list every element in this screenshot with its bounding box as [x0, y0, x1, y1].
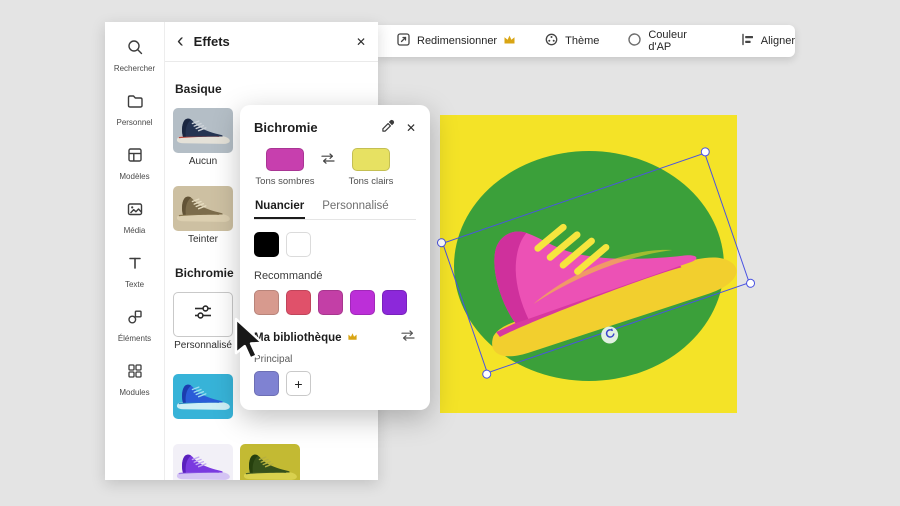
text-icon: [126, 254, 144, 277]
sidebar-item-label: Texte: [124, 279, 145, 289]
effect-preview-art: [176, 195, 231, 223]
sidebar-item-label: Rechercher: [113, 63, 156, 73]
highlights-swatch[interactable]: [352, 148, 390, 171]
search-icon: [126, 38, 144, 61]
align-icon: [740, 32, 755, 50]
templates-icon: [126, 146, 144, 169]
effect-option-teinter[interactable]: [173, 186, 233, 231]
chevron-left-icon: ‹: [177, 29, 184, 52]
section-title-bichromie: Bichromie: [175, 266, 234, 280]
effect-option-duotone-blue[interactable]: [173, 374, 233, 419]
sidebar-item-modeles[interactable]: Modèles: [105, 136, 164, 190]
effect-option-aucun[interactable]: [173, 108, 233, 153]
theme-icon: [544, 32, 559, 50]
bichromie-popup: Bichromie ✕ Tons sombres Tons clairs Nua…: [240, 105, 430, 410]
sidebar-item-label: Média: [123, 225, 146, 235]
principal-label: Principal: [254, 354, 293, 365]
effect-preview-art: [243, 453, 298, 480]
popup-tabs: Nuancier Personnalisé: [254, 195, 416, 220]
duotone-colors-row: Tons sombres Tons clairs: [254, 148, 416, 187]
rotate-icon: [604, 326, 616, 344]
effect-option-personnaliser[interactable]: [173, 292, 233, 337]
sidebar-item-media[interactable]: Média: [105, 190, 164, 244]
sidebar-item-texte[interactable]: Texte: [105, 244, 164, 298]
align-button[interactable]: Aligner: [740, 32, 795, 50]
principal-swatch[interactable]: [254, 371, 279, 396]
popup-title: Bichromie: [254, 119, 318, 135]
recommended-label: Recommandé: [254, 270, 323, 282]
sliders-icon: [192, 301, 214, 328]
sidebar-item-rechercher[interactable]: Rechercher: [105, 28, 164, 82]
sidebar-item-label: Modèles: [119, 171, 150, 181]
sidebar-item-modules[interactable]: Modules: [105, 352, 164, 406]
recommended-swatch-4[interactable]: [350, 290, 375, 315]
elements-icon: [126, 308, 144, 331]
swap-colors-button[interactable]: [320, 153, 336, 168]
shadows-label: Tons sombres: [255, 176, 315, 187]
recommended-swatch-3[interactable]: [318, 290, 343, 315]
sidebar-item-label: Éléments: [117, 333, 152, 343]
effect-label-teinter: Teinter: [187, 234, 218, 245]
section-title-basique: Basique: [175, 82, 222, 96]
library-swatches-row: +: [254, 371, 416, 396]
folder-icon: [126, 92, 144, 115]
effect-preview-art: [176, 383, 231, 411]
premium-crown-icon: [503, 34, 516, 48]
base-swatches-row: [254, 232, 416, 257]
modules-icon: [126, 362, 144, 385]
add-color-button[interactable]: +: [286, 371, 311, 396]
effect-label-aucun: Aucun: [188, 156, 218, 167]
effect-preview-art: [176, 117, 231, 145]
library-row: Ma bibliothèque: [254, 330, 416, 345]
shadows-swatch[interactable]: [266, 148, 304, 171]
sidebar-item-label: Personnel: [116, 117, 153, 127]
effect-option-duotone-olive[interactable]: [240, 444, 300, 480]
resize-button[interactable]: Redimensionner: [396, 32, 516, 50]
panel-title: Effets: [193, 34, 230, 49]
theme-label: Thème: [565, 35, 600, 47]
effect-option-duotone-purple[interactable]: [173, 444, 233, 480]
close-icon: ✕: [405, 120, 416, 135]
close-popup-button[interactable]: ✕: [406, 120, 416, 135]
background-color-button[interactable]: Couleur d'AP: [627, 29, 711, 53]
back-button[interactable]: ‹: [177, 31, 184, 51]
recommended-swatch-2[interactable]: [286, 290, 311, 315]
recommended-swatches-row: [254, 290, 416, 315]
tab-personnalise[interactable]: Personnalisé: [321, 195, 389, 219]
shadows-color-group: Tons sombres: [254, 148, 316, 187]
app-window: Rechercher Personnel Modèles Média Texte…: [0, 0, 900, 506]
align-label: Aligner: [760, 35, 795, 47]
effects-panel-header: ‹ Effets ✕: [165, 22, 378, 62]
plus-icon: +: [294, 375, 303, 392]
media-icon: [126, 200, 144, 223]
sidebar-rail: Rechercher Personnel Modèles Média Texte…: [105, 22, 165, 480]
effect-preview-art: [176, 453, 231, 480]
sidebar-item-elements[interactable]: Éléments: [105, 298, 164, 352]
library-label-group: Ma bibliothèque: [254, 332, 358, 344]
recommended-swatch-5[interactable]: [382, 290, 407, 315]
sidebar-item-personnel[interactable]: Personnel: [105, 82, 164, 136]
library-sync-button[interactable]: [400, 330, 416, 345]
resize-label: Redimensionner: [417, 35, 498, 47]
popup-header: Bichromie ✕: [254, 118, 416, 136]
swatch-white[interactable]: [286, 232, 311, 257]
highlights-label: Tons clairs: [348, 176, 394, 187]
recommended-swatch-1[interactable]: [254, 290, 279, 315]
effect-label-personnaliser: Personnalisé: [174, 340, 232, 351]
eyedropper-button[interactable]: [381, 118, 396, 136]
highlights-color-group: Tons clairs: [340, 148, 402, 187]
rotate-handle[interactable]: [601, 326, 619, 344]
premium-crown-icon: [347, 332, 358, 344]
background-color-label: Couleur d'AP: [648, 29, 687, 53]
background-color-icon: [627, 32, 642, 50]
close-icon: ✕: [355, 35, 366, 49]
swatch-black[interactable]: [254, 232, 279, 257]
tab-nuancier[interactable]: Nuancier: [254, 195, 305, 219]
resize-icon: [396, 32, 411, 50]
context-toolbar: Redimensionner Thème Couleur d'AP Aligne…: [378, 25, 795, 57]
theme-button[interactable]: Thème: [544, 32, 599, 50]
close-effects-button[interactable]: ✕: [356, 34, 366, 49]
sidebar-item-label: Modules: [119, 387, 150, 397]
library-label: Ma bibliothèque: [254, 331, 342, 344]
